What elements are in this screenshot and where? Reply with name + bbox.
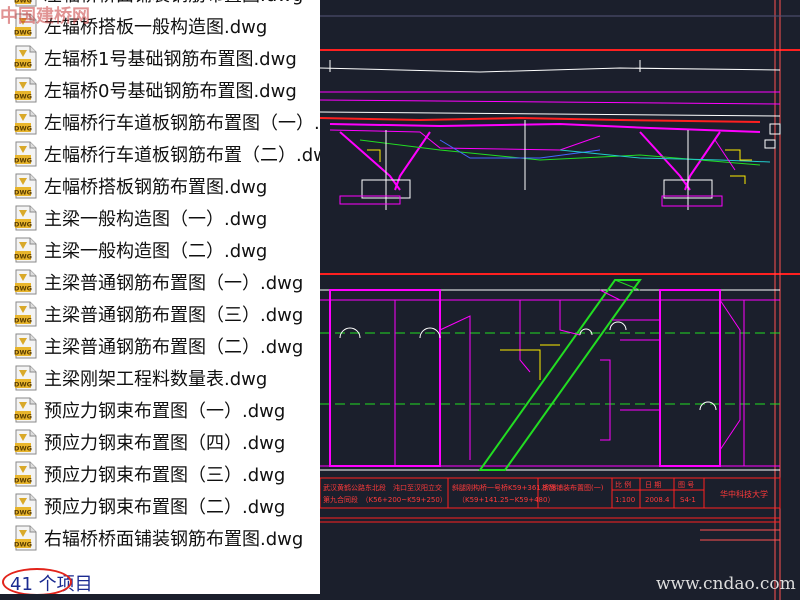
watermark-top: 中国建桥网 — [0, 6, 90, 27]
file-list-panel[interactable]: DWG左辐桥桥面铺装钢筋布置图.dwgDWG左辐桥搭板一般构造图.dwgDWG左… — [0, 0, 320, 594]
file-name: 左辐桥1号基础钢筋布置图.dwg — [44, 49, 297, 70]
file-list-item[interactable]: DWG 主梁刚架工程料数量表.dwg — [0, 362, 320, 394]
title-block-date-value: 2008.4 — [645, 496, 670, 504]
dwg-badge-label: DWG — [14, 189, 32, 197]
file-list-item[interactable]: DWG 左幅桥行车道板钢筋布置图（一）.dwg — [0, 106, 320, 138]
title-block-col-date: 日 期 — [645, 481, 661, 489]
title-block-scale-value: 1:100 — [615, 496, 635, 504]
title-block-number-value: S4-1 — [680, 496, 696, 504]
dwg-file-icon: DWG — [14, 45, 37, 71]
file-name: 预应力钢束布置图（三）.dwg — [44, 465, 286, 486]
dwg-badge-label: DWG — [14, 381, 32, 389]
file-list-item[interactable]: DWG 右辐桥桥面铺装钢筋布置图.dwg — [0, 522, 320, 554]
dwg-file-icon: DWG — [14, 397, 37, 423]
dwg-file-icon: DWG — [14, 333, 37, 359]
dwg-badge-label: DWG — [14, 61, 32, 69]
title-block-col-number: 图 号 — [678, 481, 694, 489]
dwg-badge-label: DWG — [14, 413, 32, 421]
file-list-item[interactable]: DWG 左幅桥行车道板钢筋布置（二）.dwg — [0, 138, 320, 170]
dwg-file-icon: DWG — [14, 461, 37, 487]
dwg-badge-label: DWG — [14, 349, 32, 357]
dwg-file-icon: DWG — [14, 429, 37, 455]
title-block-col-scale: 比 例 — [615, 480, 631, 489]
file-name: 主梁普通钢筋布置图（三）.dwg — [44, 305, 304, 326]
file-list-item[interactable]: DWG 左辐桥0号基础钢筋布置图.dwg — [0, 74, 320, 106]
watermark-bottom: www.cndao.com — [656, 574, 796, 594]
title-block-sheet-title: 斜腿刚构桥一号桥K59+361.378 — [452, 483, 556, 492]
file-list-item[interactable]: DWG 主梁普通钢筋布置图（三）.dwg — [0, 298, 320, 330]
title-block-institution: 华中科技大学 — [720, 489, 768, 499]
file-list: DWG左辐桥桥面铺装钢筋布置图.dwgDWG左辐桥搭板一般构造图.dwgDWG左… — [0, 0, 320, 554]
dwg-file-icon: DWG — [14, 301, 37, 327]
dwg-file-icon: DWG — [14, 205, 37, 231]
dwg-badge-label: DWG — [14, 253, 32, 261]
dwg-badge-label: DWG — [14, 221, 32, 229]
dwg-badge-label: DWG — [14, 509, 32, 517]
dwg-badge-label: DWG — [14, 445, 32, 453]
file-name: 预应力钢束布置图（二）.dwg — [44, 497, 286, 518]
dwg-badge-label: DWG — [14, 317, 32, 325]
file-name: 主梁刚架工程料数量表.dwg — [44, 369, 268, 390]
dwg-file-icon: DWG — [14, 237, 37, 263]
dwg-file-icon: DWG — [14, 141, 37, 167]
file-list-item[interactable]: DWG 主梁普通钢筋布置图（二）.dwg — [0, 330, 320, 362]
dwg-badge-label: DWG — [14, 477, 32, 485]
dwg-file-icon: DWG — [14, 77, 37, 103]
dwg-badge-label: DWG — [14, 125, 32, 133]
file-name: 左幅桥搭板钢筋布置图.dwg — [44, 177, 268, 198]
file-list-item[interactable]: DWG 主梁一般构造图（二）.dwg — [0, 234, 320, 266]
file-name: 左幅桥行车道板钢筋布置图（一）.dwg — [44, 113, 320, 134]
dwg-file-icon: DWG — [14, 525, 37, 551]
title-block-project-sub: 第九合同段 （K56+200~K59+250） — [323, 495, 447, 504]
file-list-item[interactable]: DWG 预应力钢束布置图（一）.dwg — [0, 394, 320, 426]
file-name: 预应力钢束布置图（一）.dwg — [44, 401, 286, 422]
dwg-file-icon: DWG — [14, 493, 37, 519]
dwg-file-icon: DWG — [14, 109, 37, 135]
file-list-item[interactable]: DWG 预应力钢束布置图（三）.dwg — [0, 458, 320, 490]
file-list-item[interactable]: DWG 主梁一般构造图（一）.dwg — [0, 202, 320, 234]
file-name: 预应力钢束布置图（四）.dwg — [44, 433, 286, 454]
dwg-badge-label: DWG — [14, 93, 32, 101]
title-block-drawing-name: 桥面铺装布置图(一) — [542, 483, 604, 492]
dwg-badge-label: DWG — [14, 29, 32, 37]
dwg-file-icon: DWG — [14, 365, 37, 391]
file-list-item[interactable]: DWG 左幅桥搭板钢筋布置图.dwg — [0, 170, 320, 202]
dwg-badge-label: DWG — [14, 285, 32, 293]
file-list-item[interactable]: DWG 预应力钢束布置图（二）.dwg — [0, 490, 320, 522]
dwg-badge-label: DWG — [14, 541, 32, 549]
file-name: 主梁一般构造图（一）.dwg — [44, 209, 268, 230]
highlight-circle — [2, 568, 72, 594]
dwg-file-icon: DWG — [14, 173, 37, 199]
file-name: 主梁一般构造图（二）.dwg — [44, 241, 268, 262]
file-name: 主梁普通钢筋布置图（一）.dwg — [44, 273, 304, 294]
title-block-sheet-sub: （K59+141.25~K59+480） — [458, 496, 554, 504]
file-name: 右辐桥桥面铺装钢筋布置图.dwg — [44, 529, 304, 550]
file-list-item[interactable]: DWG 左辐桥1号基础钢筋布置图.dwg — [0, 42, 320, 74]
file-list-item[interactable]: DWG 预应力钢束布置图（四）.dwg — [0, 426, 320, 458]
title-block-project: 武汉黄鹤公路东北段 沌口至汉阳立交 — [323, 483, 442, 492]
file-list-item[interactable]: DWG 主梁普通钢筋布置图（一）.dwg — [0, 266, 320, 298]
dwg-badge-label: DWG — [14, 157, 32, 165]
dwg-file-icon: DWG — [14, 269, 37, 295]
file-name: 左幅桥行车道板钢筋布置（二）.dwg — [44, 145, 320, 166]
file-name: 主梁普通钢筋布置图（二）.dwg — [44, 337, 304, 358]
file-name: 左辐桥0号基础钢筋布置图.dwg — [44, 81, 297, 102]
